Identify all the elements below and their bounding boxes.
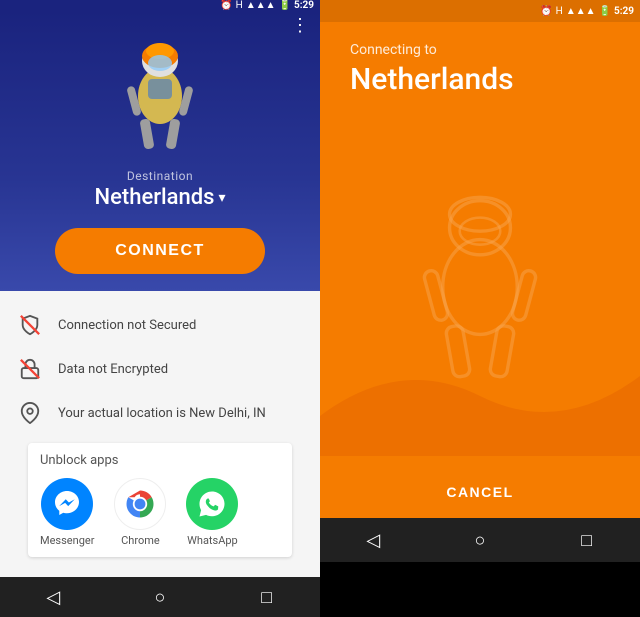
recent-button-left[interactable]: □	[247, 577, 287, 617]
cancel-button-area: CANCEL	[320, 456, 640, 518]
location-icon	[16, 399, 44, 427]
connection-status-row: Connection not Secured	[16, 303, 304, 347]
home-button-left[interactable]: ○	[140, 577, 180, 617]
status-bar-right: ⏰ H ▲▲▲ 🔋 5:29	[320, 0, 640, 22]
alarm-icon: ⏰	[220, 0, 232, 11]
robot-mascot	[110, 31, 210, 161]
destination-label: Destination	[127, 169, 193, 183]
signal-icon-right: ▲▲▲	[566, 6, 596, 17]
connect-button[interactable]: CONNECT	[55, 228, 265, 274]
encryption-status-text: Data not Encrypted	[58, 362, 168, 377]
no-shield-icon	[16, 311, 44, 339]
nav-bar-left: ◁ ○ □	[0, 577, 320, 617]
cancel-button[interactable]: CANCEL	[426, 476, 533, 508]
whatsapp-icon	[186, 478, 238, 530]
no-lock-icon	[16, 355, 44, 383]
messenger-label: Messenger	[40, 534, 94, 547]
nav-bar-right: ◁ ○ □	[320, 518, 640, 562]
status-bar-left: ⏰ H ▲▲▲ 🔋 5:29	[0, 0, 320, 11]
signal-icon: ▲▲▲	[246, 0, 276, 11]
right-screen: ⏰ H ▲▲▲ 🔋 5:29 Connecting to Netherlands	[320, 0, 640, 562]
unblock-apps-card: Unblock apps Messenger	[28, 443, 292, 557]
info-area: Connection not Secured Data not Encrypte…	[0, 291, 320, 577]
battery-icon-right: 🔋	[599, 6, 611, 17]
whatsapp-label: WhatsApp	[187, 534, 238, 547]
battery-icon: 🔋	[279, 0, 291, 11]
unblock-title: Unblock apps	[40, 453, 280, 468]
robot-mascot-right	[320, 117, 640, 456]
connecting-area: Connecting to Netherlands	[320, 22, 640, 117]
destination-text: Netherlands	[95, 185, 215, 210]
dropdown-arrow-icon: ▾	[218, 190, 225, 206]
connecting-to-label: Connecting to	[350, 42, 610, 58]
chrome-icon	[114, 478, 166, 530]
connection-status-text: Connection not Secured	[58, 318, 196, 333]
time-left: 5:29	[294, 0, 314, 11]
location-text: Your actual location is New Delhi, IN	[58, 406, 266, 421]
left-screen: ⏰ H ▲▲▲ 🔋 5:29 ⋮	[0, 0, 320, 562]
chrome-app-item[interactable]: Chrome	[114, 478, 166, 547]
hero-area: ⋮	[0, 11, 320, 291]
app-icons-row: Messenger	[40, 478, 280, 547]
chrome-label: Chrome	[121, 534, 160, 547]
connecting-destination: Netherlands	[350, 62, 610, 97]
time-right: 5:29	[614, 6, 634, 17]
overflow-menu-button[interactable]: ⋮	[291, 17, 310, 35]
h-indicator: H	[236, 0, 243, 11]
home-button-right[interactable]: ○	[460, 520, 500, 560]
destination-selector[interactable]: Netherlands ▾	[95, 185, 226, 210]
back-button-left[interactable]: ◁	[33, 577, 73, 617]
alarm-icon-right: ⏰	[540, 6, 552, 17]
back-button-right[interactable]: ◁	[353, 520, 393, 560]
location-row: Your actual location is New Delhi, IN	[16, 391, 304, 435]
messenger-app-item[interactable]: Messenger	[40, 478, 94, 547]
whatsapp-app-item[interactable]: WhatsApp	[186, 478, 238, 547]
encryption-status-row: Data not Encrypted	[16, 347, 304, 391]
recent-button-right[interactable]: □	[567, 520, 607, 560]
messenger-icon	[41, 478, 93, 530]
h-indicator-right: H	[556, 6, 563, 17]
